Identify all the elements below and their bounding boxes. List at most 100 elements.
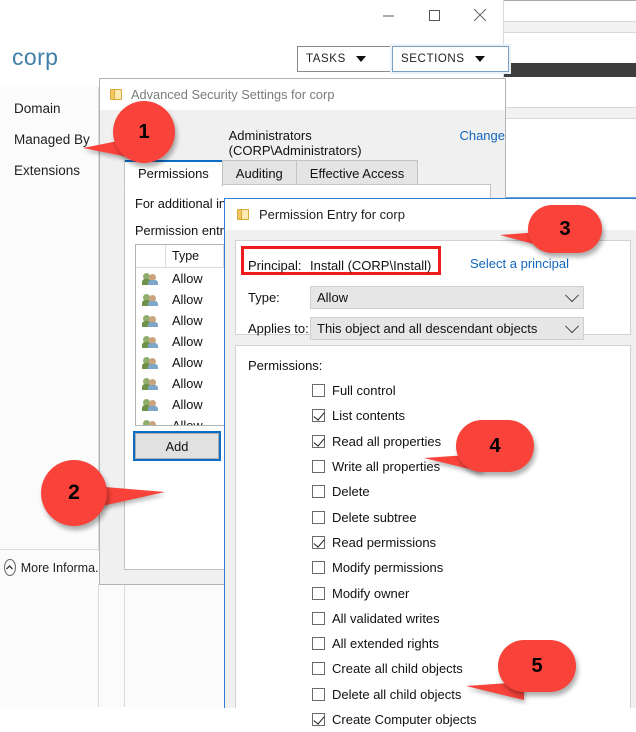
- users-icon: [136, 419, 166, 425]
- advanced-dialog-tabs: Permissions Auditing Effective Access: [124, 160, 419, 187]
- principal-value: Install (CORP\Install): [310, 258, 432, 273]
- callout-number: 2: [68, 481, 80, 504]
- window-controls: [365, 0, 503, 30]
- checkbox[interactable]: [312, 586, 325, 600]
- tab-label: Auditing: [235, 166, 283, 181]
- permission-checkbox-row[interactable]: Delete subtree: [312, 504, 622, 529]
- checkbox[interactable]: [312, 485, 325, 499]
- row-type: Allow: [172, 313, 203, 328]
- checkbox[interactable]: [312, 561, 325, 575]
- callout-number: 1: [138, 120, 150, 143]
- adac-lower-panel-3: [125, 584, 224, 707]
- users-icon: [136, 335, 166, 348]
- permission-checkbox-row[interactable]: Modify owner: [312, 580, 622, 605]
- tab-effective-access[interactable]: Effective Access: [295, 160, 419, 186]
- page-title: corp: [12, 44, 59, 70]
- callout-3: 3: [500, 205, 602, 269]
- row-type: Allow: [172, 418, 203, 426]
- checkbox[interactable]: [312, 434, 325, 448]
- type-label: Type:: [248, 290, 280, 305]
- change-owner-link[interactable]: Change: [459, 128, 505, 143]
- permission-checkbox-row[interactable]: Read permissions: [312, 530, 622, 555]
- folder-icon: [110, 88, 123, 101]
- permissions-label: Permissions:: [248, 358, 323, 373]
- folder-icon: [237, 208, 250, 221]
- checkbox-label: Read permissions: [332, 534, 437, 550]
- checkbox-label: Create Computer objects: [332, 712, 477, 727]
- checkbox-label: Modify permissions: [332, 560, 444, 576]
- callout-number: 5: [531, 654, 543, 677]
- owner-value: Administrators (CORP\Administrators): [228, 128, 362, 158]
- type-select[interactable]: Allow: [310, 286, 584, 309]
- tab-label: Effective Access: [309, 166, 405, 181]
- applies-to-row: Applies to: This object and all descenda…: [248, 316, 584, 341]
- checkbox[interactable]: [312, 460, 325, 474]
- checkbox[interactable]: [312, 510, 325, 524]
- checkbox-label: Delete subtree: [332, 509, 417, 525]
- checkbox[interactable]: [312, 384, 325, 398]
- checkbox[interactable]: [312, 611, 325, 625]
- close-icon[interactable]: [457, 0, 503, 30]
- sidebar-item-label: Managed By: [14, 132, 90, 147]
- checkbox[interactable]: [312, 713, 325, 726]
- permission-checkbox-row[interactable]: Full control: [312, 378, 622, 403]
- sections-button-label: SECTIONS: [401, 53, 465, 65]
- add-button[interactable]: Add: [135, 433, 219, 459]
- checkbox-label: Create all child objects: [332, 661, 463, 677]
- permission-checkbox-row[interactable]: All validated writes: [312, 606, 622, 631]
- chevron-down-icon: [564, 318, 580, 333]
- tasks-button[interactable]: TASKS: [297, 46, 401, 72]
- users-icon: [136, 356, 166, 369]
- permission-checkbox-row[interactable]: Modify permissions: [312, 555, 622, 580]
- checkbox-label: All extended rights: [332, 636, 439, 652]
- column-header-icon[interactable]: [136, 245, 166, 267]
- row-type: Allow: [172, 292, 203, 307]
- row-type: Allow: [172, 355, 203, 370]
- row-type: Allow: [172, 271, 203, 286]
- callout-number: 4: [489, 434, 501, 457]
- users-icon: [136, 272, 166, 285]
- applies-to-select[interactable]: This object and all descendant objects: [310, 317, 584, 340]
- row-type: Allow: [172, 376, 203, 391]
- sections-button[interactable]: SECTIONS: [392, 46, 509, 72]
- row-type: Allow: [172, 334, 203, 349]
- more-information-bar[interactable]: More Informa..: [0, 549, 102, 586]
- chevron-up-icon: [4, 559, 16, 576]
- chevron-down-icon: [355, 56, 366, 62]
- checkbox[interactable]: [312, 535, 325, 549]
- minimize-icon[interactable]: [365, 0, 411, 30]
- row-type: Allow: [172, 397, 203, 412]
- checkbox-label: List contents: [332, 408, 405, 424]
- callout-bubble: 1: [113, 101, 175, 163]
- type-select-value: Allow: [317, 290, 349, 305]
- adac-lower-panel-2: [99, 584, 125, 707]
- callout-bubble: 2: [41, 460, 107, 526]
- principal-row: Principal: Install (CORP\Install) Select…: [248, 253, 569, 278]
- sidebar-item-label: Extensions: [14, 163, 81, 178]
- principal-label: Principal:: [248, 258, 302, 273]
- checkbox[interactable]: [312, 409, 325, 423]
- callout-bubble: 3: [528, 205, 602, 253]
- callout-bubble: 4: [456, 420, 534, 472]
- permission-checkbox-row[interactable]: Create Computer objects: [312, 707, 622, 732]
- callout-number: 3: [559, 217, 571, 240]
- tab-auditing[interactable]: Auditing: [221, 160, 297, 186]
- checkbox-label: All validated writes: [332, 610, 440, 626]
- applies-to-select-value: This object and all descendant objects: [317, 321, 538, 336]
- checkbox[interactable]: [312, 662, 325, 676]
- sidebar-item-label: Domain: [14, 101, 61, 116]
- tab-permissions[interactable]: Permissions: [124, 160, 223, 187]
- column-header-type[interactable]: Type: [166, 245, 224, 267]
- chevron-down-icon: [564, 287, 580, 302]
- checkbox[interactable]: [312, 687, 325, 701]
- checkbox[interactable]: [312, 637, 325, 651]
- advanced-dialog-title: Advanced Security Settings for corp: [131, 87, 335, 102]
- applies-to-label: Applies to:: [248, 321, 309, 336]
- checkbox-label: Delete all child objects: [332, 686, 462, 702]
- callout-5: 5: [466, 640, 576, 706]
- more-information-label: More Informa..: [20, 560, 102, 575]
- tab-label: Permissions: [138, 166, 209, 181]
- users-icon: [136, 398, 166, 411]
- users-icon: [136, 314, 166, 327]
- maximize-icon[interactable]: [411, 0, 457, 30]
